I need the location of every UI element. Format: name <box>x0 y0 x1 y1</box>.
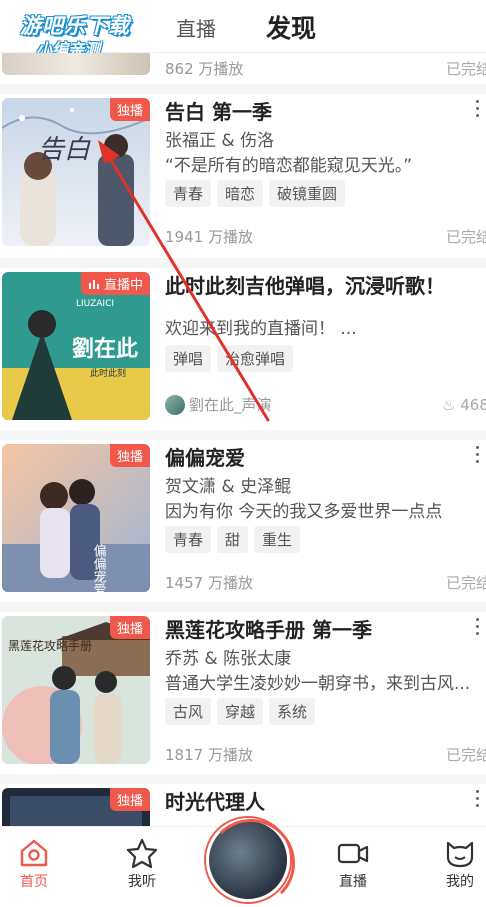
list-item[interactable]: 偏偏宠爱 独播 偏偏宠爱 贺文潇 & 史泽鲲 因为有你 今天的我又多爱世界一点点… <box>0 442 486 604</box>
play-count: 1941 万播放 <box>165 228 253 246</box>
item-description: 因为有你 今天的我又多爱世界一点点 <box>165 502 443 522</box>
cover-image[interactable]: LIUZAICI 劉在此 此时此刻 直播中 <box>2 272 150 420</box>
list-item[interactable]: 告白 独播 告白 第一季 张福正 & 伤洛 “不是所有的暗恋都能窥见天光。” 青… <box>0 96 486 258</box>
exclusive-badge: 独播 <box>109 616 150 639</box>
item-title[interactable]: 告白 第一季 <box>165 96 272 125</box>
cover-title: 黑莲花攻略手册 <box>8 638 92 653</box>
tag[interactable]: 暗恋 <box>217 180 264 207</box>
tab-discover[interactable]: 发现 <box>266 9 316 45</box>
nav-mine[interactable]: 我的 <box>420 827 486 895</box>
tag[interactable]: 甜 <box>217 526 249 553</box>
play-count: 862 万播放 <box>165 60 244 78</box>
star-icon <box>126 838 158 869</box>
tag[interactable]: 弹唱 <box>165 345 212 372</box>
item-description: 欢迎来到我的直播间！ ... <box>165 319 357 339</box>
home-icon <box>20 839 48 867</box>
status-label: 已完结 <box>446 228 486 246</box>
divider <box>0 84 486 94</box>
more-icon[interactable] <box>476 100 480 121</box>
tag[interactable]: 穿越 <box>217 698 264 725</box>
divider <box>0 774 486 784</box>
cover-image[interactable]: 偏偏宠爱 独播 <box>2 444 150 592</box>
tab-live[interactable]: 直播 <box>176 13 216 42</box>
cover-image[interactable]: 独播 <box>2 788 150 826</box>
tag[interactable]: 古风 <box>165 698 212 725</box>
item-authors: 乔苏 & 陈张太康 <box>165 649 292 669</box>
cover-title: 偏偏宠爱 <box>91 544 107 592</box>
video-camera-icon <box>337 843 369 864</box>
play-count: 1457 万播放 <box>165 574 253 592</box>
live-bars-icon <box>88 279 99 289</box>
live-badge: 直播中 <box>80 272 150 295</box>
more-icon[interactable] <box>476 790 480 811</box>
cover-subtitle: 此时此刻 <box>90 367 126 379</box>
more-icon[interactable] <box>476 618 480 639</box>
tag[interactable]: 青春 <box>165 180 212 207</box>
divider <box>0 258 486 268</box>
status-label: 已完结 <box>446 60 486 78</box>
live-badge-label: 直播中 <box>103 278 143 293</box>
cover-caption: LIUZAICI <box>76 299 114 309</box>
item-authors: 张福正 & 伤洛 <box>165 131 275 151</box>
list-item[interactable]: LIUZAICI 劉在此 此时此刻 直播中 此时此刻吉他弹唱，沉浸听歌！ 欢迎来… <box>0 270 486 432</box>
nav-mine-label: 我的 <box>446 874 474 890</box>
status-label: 已完结 <box>446 746 486 764</box>
list-item[interactable]: 黑莲花攻略手册 独播 黑莲花攻略手册 第一季 乔苏 & 陈张太康 普通大学生凌妙… <box>0 614 486 776</box>
watermark-logo: 游吧乐下载 小编亲测 <box>8 6 158 59</box>
item-title[interactable]: 偏偏宠爱 <box>165 442 245 471</box>
cover-title: 劉在此 <box>72 336 138 362</box>
host-name: 劉在此_声演 <box>189 396 272 414</box>
nav-home-label: 首页 <box>20 874 48 890</box>
status-label: 已完结 <box>446 574 486 592</box>
play-count: 1817 万播放 <box>165 746 253 764</box>
nav-home[interactable]: 首页 <box>0 827 74 895</box>
host-info[interactable]: 劉在此_声演 <box>165 394 272 415</box>
flame-icon: ♨ <box>442 396 456 414</box>
item-description: “不是所有的暗恋都能窥见天光。” <box>165 156 413 176</box>
cover-title: 告白 <box>38 135 91 165</box>
top-bar: 游吧乐下载 小编亲测 直播 发现 <box>0 0 486 59</box>
tag-list: 青春 暗恋 破镜重圆 <box>165 180 346 207</box>
divider <box>0 602 486 612</box>
nav-listen-label: 我听 <box>128 874 156 890</box>
item-title[interactable]: 黑莲花攻略手册 第一季 <box>165 614 372 643</box>
tag-list: 青春 甜 重生 <box>165 526 301 553</box>
nav-live[interactable]: 直播 <box>313 827 393 895</box>
divider <box>0 430 486 440</box>
tag[interactable]: 治愈弹唱 <box>217 345 294 372</box>
partial-cover[interactable] <box>2 53 150 75</box>
exclusive-badge: 独播 <box>109 444 150 467</box>
item-description: 普通大学生凌妙妙一朝穿书，来到古风... <box>165 674 471 694</box>
heat-value: 468 <box>460 396 486 414</box>
item-title[interactable]: 时光代理人 <box>165 786 265 815</box>
item-authors: 贺文潇 & 史泽鲲 <box>165 477 292 497</box>
cover-image[interactable]: 告白 独播 <box>2 98 150 246</box>
tag[interactable]: 破镜重圆 <box>269 180 346 207</box>
tag[interactable]: 系统 <box>269 698 316 725</box>
cover-image[interactable]: 黑莲花攻略手册 独播 <box>2 616 150 764</box>
more-icon[interactable] <box>476 446 480 467</box>
item-title[interactable]: 此时此刻吉他弹唱，沉浸听歌！ <box>165 270 445 299</box>
heat-count: ♨ 468 <box>442 396 486 414</box>
avatar <box>165 394 185 415</box>
now-playing-disc[interactable] <box>206 818 295 907</box>
tag-list: 古风 穿越 系统 <box>165 698 316 725</box>
nav-listen[interactable]: 我听 <box>102 827 182 895</box>
exclusive-badge: 独播 <box>109 98 150 121</box>
tag[interactable]: 重生 <box>254 526 301 553</box>
tag-list: 弹唱 治愈弹唱 <box>165 345 294 372</box>
cat-face-icon <box>446 841 474 868</box>
tag[interactable]: 青春 <box>165 526 212 553</box>
nav-live-label: 直播 <box>339 874 367 890</box>
exclusive-badge: 独播 <box>109 788 150 811</box>
